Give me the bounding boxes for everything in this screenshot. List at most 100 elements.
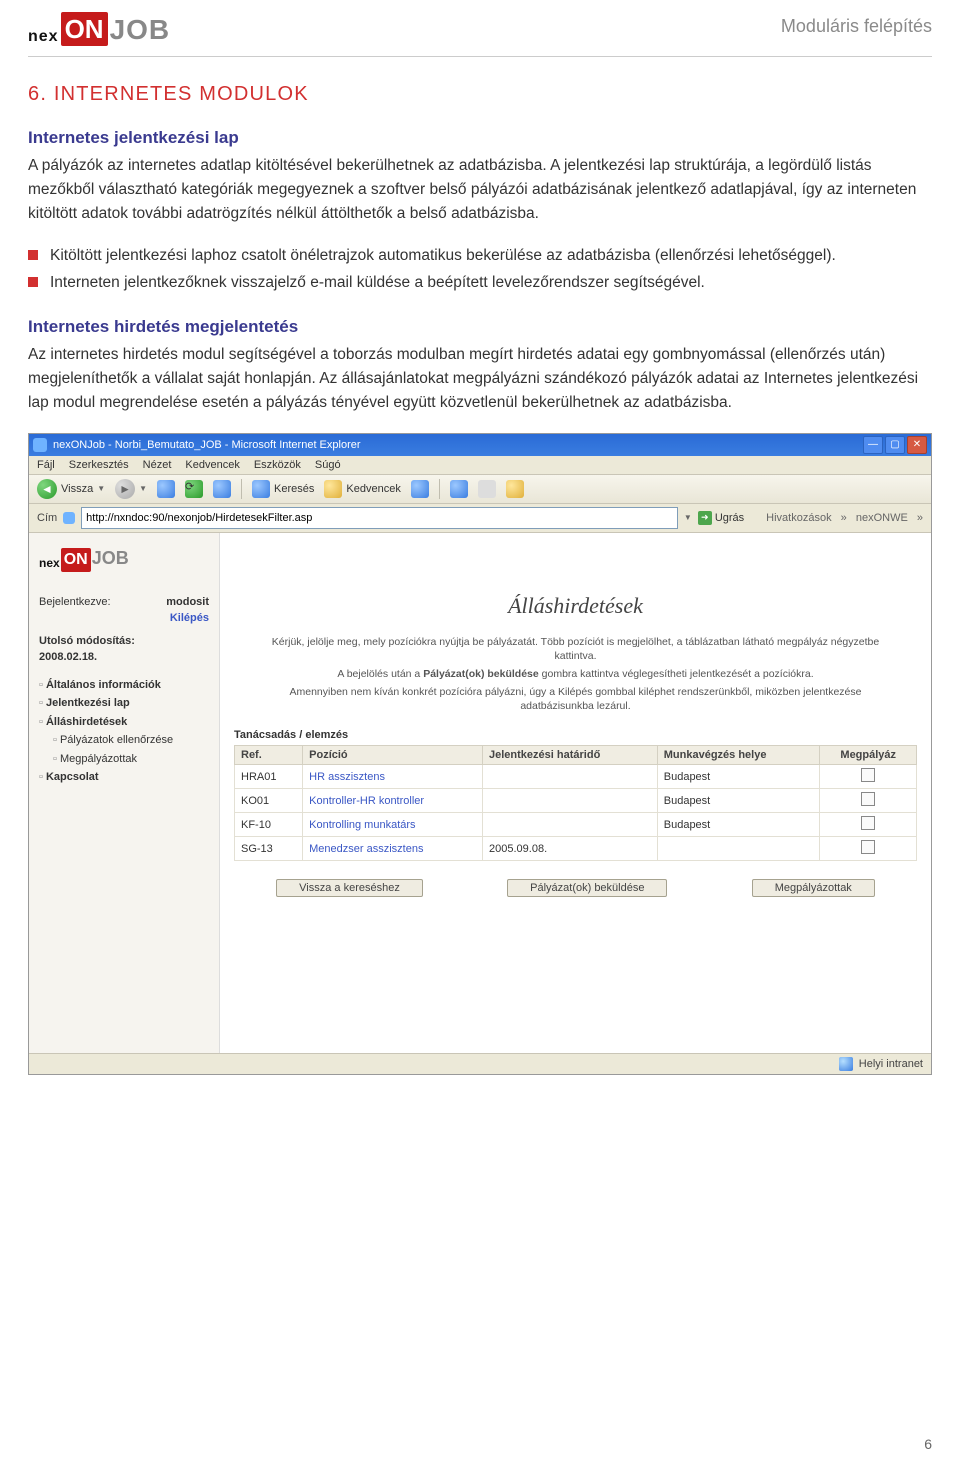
mail-icon[interactable]: [450, 480, 468, 498]
apply-checkbox[interactable]: [861, 840, 875, 854]
menu-file[interactable]: Fájl: [37, 459, 55, 471]
job-link[interactable]: Kontrolling munkatárs: [309, 819, 415, 831]
subsection1-title: Internetes jelentkezési lap: [28, 128, 932, 148]
cell-place: [657, 837, 820, 861]
toolbar-separator: [439, 479, 440, 499]
logged-in-value: modosit: [166, 594, 209, 611]
nav-tree: Általános információk Jelentkezési lap Á…: [39, 676, 209, 787]
logo: nex ON JOB: [28, 12, 170, 46]
logo-text-on: ON: [61, 12, 108, 46]
cell-place: Budapest: [657, 765, 820, 789]
table-row: KF-10 Kontrolling munkatárs Budapest: [235, 813, 917, 837]
table-row: SG-13 Menedzser asszisztens 2005.09.08.: [235, 837, 917, 861]
col-deadline: Jelentkezési határidő: [483, 746, 658, 765]
logo-text-job: JOB: [92, 545, 129, 572]
search-button[interactable]: Keresés: [252, 480, 314, 498]
status-text: Helyi intranet: [859, 1058, 923, 1070]
info-text-3: Amennyiben nem kíván konkrét pozícióra p…: [256, 685, 896, 713]
cell-deadline: [483, 813, 658, 837]
window-titlebar: nexONJob - Norbi_Bemutato_JOB - Microsof…: [29, 434, 931, 456]
nav-contact[interactable]: Kapcsolat: [39, 768, 209, 787]
logo-text-on: ON: [61, 548, 91, 572]
cell-ref: SG-13: [235, 837, 303, 861]
job-link[interactable]: HR asszisztens: [309, 771, 385, 783]
links-chevron-icon[interactable]: »: [917, 512, 923, 524]
menubar: Fájl Szerkesztés Nézet Kedvencek Eszközö…: [29, 456, 931, 475]
lastmod-value: 2008.02.18.: [39, 649, 209, 666]
main-content: Álláshirdetések Kérjük, jelölje meg, mel…: [220, 533, 931, 1053]
page-header-title: Moduláris felépítés: [781, 12, 932, 37]
intranet-icon: [839, 1057, 853, 1071]
apply-checkbox[interactable]: [861, 792, 875, 806]
links-chevron-icon[interactable]: »: [841, 512, 847, 524]
minimize-button[interactable]: —: [863, 436, 883, 454]
jobs-table: Ref. Pozíció Jelentkezési határidő Munka…: [234, 745, 917, 861]
favorites-label: Kedvencek: [346, 483, 400, 495]
go-label: Ugrás: [715, 512, 744, 524]
job-link[interactable]: Kontroller-HR kontroller: [309, 795, 424, 807]
apply-checkbox[interactable]: [861, 816, 875, 830]
job-link[interactable]: Menedzser asszisztens: [309, 843, 423, 855]
back-to-search-button[interactable]: Vissza a kereséshez: [276, 879, 423, 897]
col-pos: Pozíció: [303, 746, 483, 765]
links-label: Hivatkozások: [766, 512, 831, 524]
submit-applications-button[interactable]: Pályázat(ok) beküldése: [507, 879, 667, 897]
table-row: KO01 Kontroller-HR kontroller Budapest: [235, 789, 917, 813]
back-button[interactable]: ◄ Vissza ▼: [37, 479, 105, 499]
menu-view[interactable]: Nézet: [143, 459, 172, 471]
home-icon[interactable]: [213, 480, 231, 498]
chevron-down-icon: ▼: [97, 484, 105, 493]
back-label: Vissza: [61, 483, 93, 495]
cell-deadline: [483, 765, 658, 789]
maximize-button[interactable]: ▢: [885, 436, 905, 454]
logo-text-job: JOB: [110, 14, 171, 46]
print-icon[interactable]: [478, 480, 496, 498]
links-item[interactable]: nexONWE: [856, 512, 908, 524]
menu-fav[interactable]: Kedvencek: [185, 459, 239, 471]
forward-icon: ►: [115, 479, 135, 499]
nav-ads[interactable]: Álláshirdetések: [39, 713, 209, 732]
lastmod-label: Utolsó módosítás:: [39, 633, 209, 650]
edit-icon[interactable]: [506, 480, 524, 498]
star-icon: [324, 480, 342, 498]
menu-edit[interactable]: Szerkesztés: [69, 459, 129, 471]
close-button[interactable]: ✕: [907, 436, 927, 454]
chevron-down-icon[interactable]: ▼: [684, 513, 692, 522]
cell-deadline: [483, 789, 658, 813]
menu-tools[interactable]: Eszközök: [254, 459, 301, 471]
site-logo: nex ON JOB: [39, 545, 209, 572]
apply-checkbox[interactable]: [861, 768, 875, 782]
table-group-title: Tanácsadás / elemzés: [234, 729, 917, 741]
nav-general[interactable]: Általános információk: [39, 676, 209, 695]
menu-help[interactable]: Súgó: [315, 459, 341, 471]
bullet-item: Interneten jelentkezőknek visszajelző e-…: [28, 271, 932, 294]
nav-check[interactable]: Pályázatok ellenőrzése: [39, 731, 209, 750]
cell-place: Budapest: [657, 789, 820, 813]
back-icon: ◄: [37, 479, 57, 499]
page-number: 6: [924, 1436, 932, 1452]
history-icon[interactable]: [411, 480, 429, 498]
page-icon: [63, 512, 75, 524]
subsection1-paragraph: A pályázók az internetes adatlap kitölté…: [28, 154, 932, 226]
status-bar: Helyi intranet: [29, 1053, 931, 1074]
forward-button[interactable]: ► ▼: [115, 479, 147, 499]
address-input[interactable]: [81, 507, 678, 529]
content-title: Álláshirdetések: [234, 593, 917, 619]
cell-place: Budapest: [657, 813, 820, 837]
search-icon: [252, 480, 270, 498]
stop-icon[interactable]: [157, 480, 175, 498]
toolbar: ◄ Vissza ▼ ► ▼ ⟳ Keresés Kedvencek: [29, 475, 931, 504]
subsection2-paragraph: Az internetes hirdetés modul segítségéve…: [28, 343, 932, 415]
go-icon: ➜: [698, 511, 712, 525]
refresh-icon[interactable]: ⟳: [185, 480, 203, 498]
cell-ref: HRA01: [235, 765, 303, 789]
go-button[interactable]: ➜ Ugrás: [698, 511, 744, 525]
logout-link[interactable]: Kilépés: [170, 612, 209, 624]
nav-applied[interactable]: Megpályázottak: [39, 750, 209, 769]
favorites-button[interactable]: Kedvencek: [324, 480, 400, 498]
search-label: Keresés: [274, 483, 314, 495]
left-sidebar: nex ON JOB Bejelentkezve: modosit Kilépé…: [29, 533, 220, 1053]
logo-text-nex: nex: [28, 28, 59, 46]
applied-button[interactable]: Megpályázottak: [752, 879, 875, 897]
nav-form[interactable]: Jelentkezési lap: [39, 694, 209, 713]
